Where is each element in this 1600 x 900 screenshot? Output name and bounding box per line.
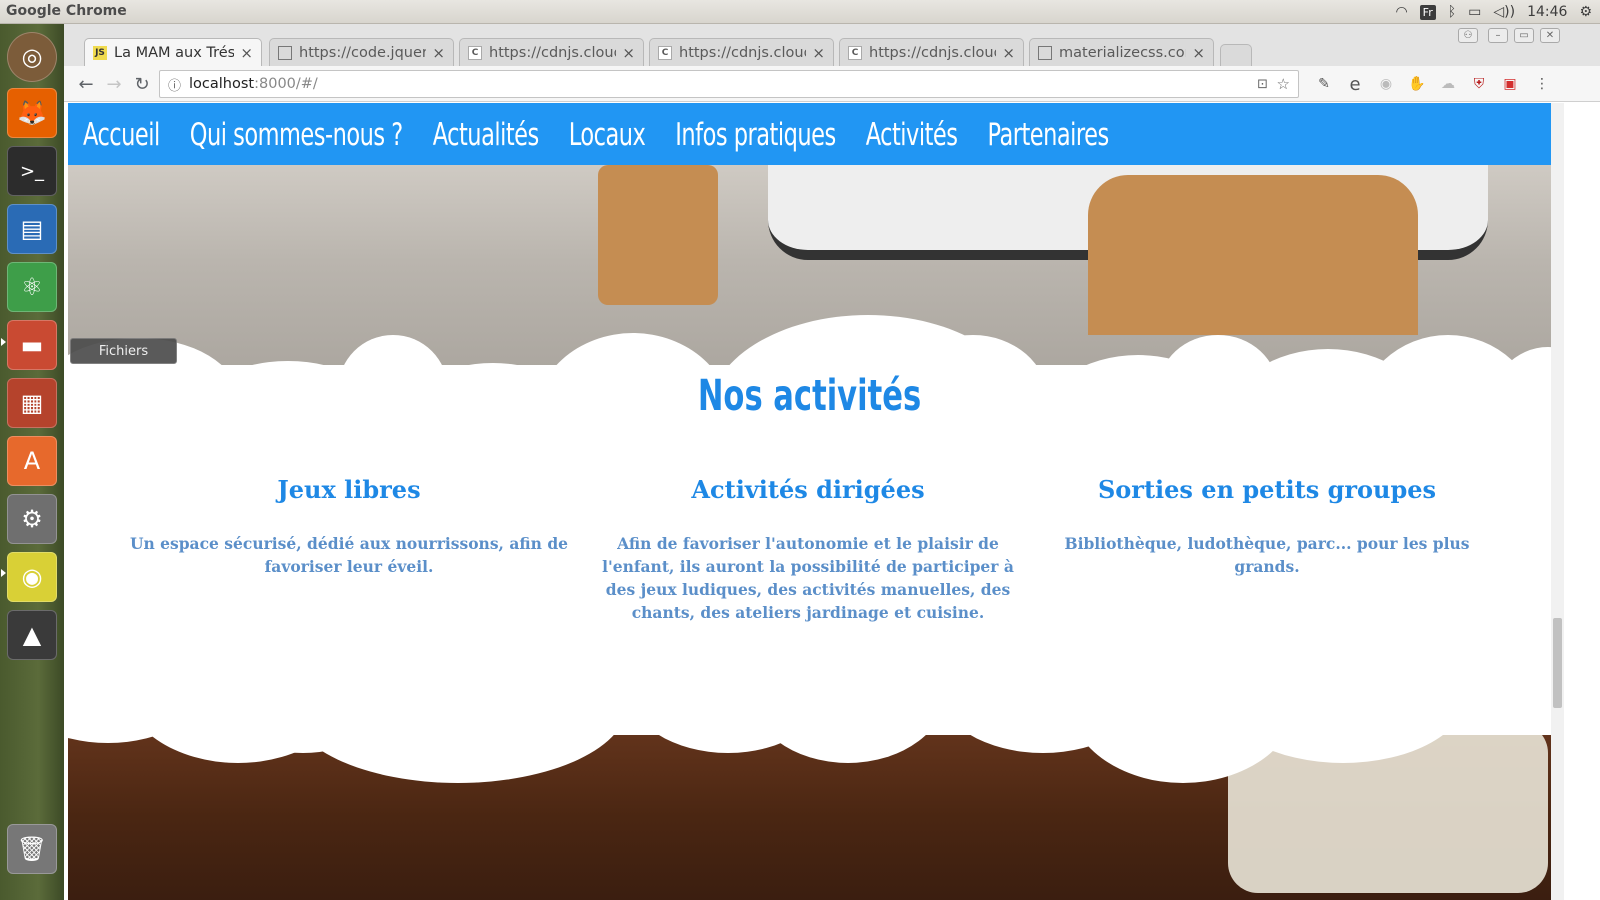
new-tab-button[interactable]	[1220, 44, 1252, 66]
nav-partenaires[interactable]: Partenaires	[988, 116, 1110, 152]
activity-card-sorties: Sorties en petits groupes Bibliothèque, …	[1047, 475, 1487, 578]
bookmark-star-icon[interactable]: ☆	[1277, 75, 1290, 93]
minimize-button[interactable]: –	[1488, 28, 1508, 43]
extension-icon[interactable]: ◉	[1376, 74, 1396, 94]
cdnjs-favicon-icon: C	[468, 45, 482, 60]
maximize-button[interactable]: ▭	[1514, 28, 1534, 43]
battery-icon[interactable]: ▭	[1468, 4, 1481, 20]
nav-activites[interactable]: Activités	[866, 116, 958, 152]
tab-title: https://cdnjs.cloud	[489, 44, 617, 61]
unity-launcher: ◎ 🦊 >_ ▤ ⚛ ▬ ▦ A ⚙ ◉ ▲ 🗑	[0, 24, 64, 900]
activity-title: Activités dirigées	[691, 475, 925, 504]
chair-photo-shape	[1088, 175, 1418, 335]
nav-locaux[interactable]: Locaux	[569, 116, 646, 152]
tab-strip: JS La MAM aux Trésor × https://code.jque…	[64, 24, 1600, 66]
tab-title: https://cdnjs.cloud	[869, 44, 997, 61]
translate-icon[interactable]: ⊡	[1257, 77, 1268, 92]
activity-title: Sorties en petits groupes	[1097, 475, 1437, 504]
active-app-name: Google Chrome	[6, 3, 127, 19]
ubuntu-icon[interactable]: ◎	[7, 32, 57, 82]
page-favicon-icon	[278, 45, 292, 60]
nav-infos-pratiques[interactable]: Infos pratiques	[675, 116, 836, 152]
system-settings-icon[interactable]: ⚙	[7, 494, 57, 544]
bluetooth-icon[interactable]: ᛒ	[1448, 4, 1456, 20]
tab-title: materializecss.com	[1059, 44, 1187, 61]
tab-materializecss[interactable]: materializecss.com ×	[1029, 38, 1214, 66]
tab-title: https://cdnjs.cloud	[679, 44, 807, 61]
chrome-icon[interactable]: ◉	[7, 552, 57, 602]
menu-icon[interactable]: ⋮	[1532, 74, 1552, 94]
cors-extension-icon[interactable]: ▣	[1500, 74, 1520, 94]
tab-cdnjs-2[interactable]: C https://cdnjs.cloud ×	[649, 38, 834, 66]
files-running-indicator	[1, 338, 6, 346]
system-top-bar: Google Chrome ◠ Fr ᛒ ▭ ◁)) 14:46 ⚙	[0, 0, 1600, 24]
tab-cdnjs-3[interactable]: C https://cdnjs.cloud ×	[839, 38, 1024, 66]
firefox-icon[interactable]: 🦊	[7, 88, 57, 138]
impress-icon[interactable]: ▦	[7, 378, 57, 428]
activity-description: Afin de favoriser l'autonomie et le plai…	[602, 534, 1014, 622]
files-icon[interactable]: ▬	[7, 320, 57, 370]
close-tab-icon[interactable]: ×	[1002, 44, 1015, 62]
url-host: localhost	[189, 76, 255, 92]
wifi-icon[interactable]: ◠	[1395, 4, 1407, 20]
nav-actualites[interactable]: Actualités	[433, 116, 540, 152]
close-tab-icon[interactable]: ×	[1192, 44, 1205, 62]
activity-description: Un espace sécurisé, dédié aux nourrisson…	[129, 534, 569, 576]
tab-la-mam[interactable]: JS La MAM aux Trésor ×	[84, 38, 262, 66]
chair-photo-shape	[598, 165, 718, 305]
browser-toolbar: ← → ↻ ⓘ localhost:8000/#/ ⊡ ☆ ✎ e ◉ ✋ ☁ …	[64, 66, 1600, 102]
tab-title: La MAM aux Trésor	[114, 44, 234, 61]
forward-icon[interactable]: →	[102, 72, 126, 96]
clock[interactable]: 14:46	[1527, 4, 1567, 20]
close-window-button[interactable]: ✕	[1540, 28, 1560, 43]
atom-icon[interactable]: ⚛	[7, 262, 57, 312]
settings-icon[interactable]: ⚙	[1579, 4, 1592, 20]
scrollbar-thumb[interactable]	[1553, 618, 1562, 708]
info-icon[interactable]: ⓘ	[168, 75, 181, 94]
tab-title: https://code.jquery	[299, 44, 427, 61]
back-icon[interactable]: ←	[74, 72, 98, 96]
close-tab-icon[interactable]: ×	[432, 44, 445, 62]
extension-icon[interactable]: ☁	[1438, 74, 1458, 94]
page-viewport: Accueil Qui sommes-nous ? Actualités Loc…	[68, 103, 1551, 900]
reload-icon[interactable]: ↻	[130, 72, 154, 96]
terminal-icon[interactable]: >_	[7, 146, 57, 196]
keyboard-layout-indicator[interactable]: Fr	[1419, 4, 1436, 20]
writer-icon[interactable]: ▤	[7, 204, 57, 254]
tab-code-jquery[interactable]: https://code.jquery ×	[269, 38, 454, 66]
activity-card-jeux-libres: Jeux libres Un espace sécurisé, dédié au…	[129, 475, 569, 578]
close-tab-icon[interactable]: ×	[812, 44, 825, 62]
nav-qui-sommes-nous[interactable]: Qui sommes-nous ?	[190, 116, 403, 152]
trash-icon[interactable]: 🗑	[7, 824, 57, 874]
site-navbar: Accueil Qui sommes-nous ? Actualités Loc…	[68, 103, 1551, 165]
nav-accueil[interactable]: Accueil	[83, 116, 160, 152]
ublock-icon[interactable]: ⛨	[1469, 74, 1489, 94]
edge-extension-icon[interactable]: e	[1345, 74, 1365, 95]
tab-cdnjs-1[interactable]: C https://cdnjs.cloud ×	[459, 38, 644, 66]
eyedropper-extension-icon[interactable]: ✎	[1314, 74, 1334, 94]
activity-description: Bibliothèque, ludothèque, parc... pour l…	[1064, 534, 1470, 576]
software-center-icon[interactable]: A	[7, 436, 57, 486]
activity-card-activites-dirigees: Activités dirigées Afin de favoriser l'a…	[588, 475, 1028, 624]
section-title: Nos activités	[697, 371, 922, 421]
js-favicon-icon: JS	[93, 45, 107, 60]
launcher-tooltip: Fichiers	[70, 338, 177, 364]
cdnjs-favicon-icon: C	[658, 45, 672, 60]
profile-icon[interactable]: ⚇	[1458, 28, 1478, 43]
close-tab-icon[interactable]: ×	[240, 44, 253, 62]
browser-window: JS La MAM aux Trésor × https://code.jque…	[64, 24, 1600, 900]
address-bar[interactable]: ⓘ localhost:8000/#/ ⊡ ☆	[159, 70, 1299, 98]
inkscape-icon[interactable]: ▲	[7, 610, 57, 660]
system-tray: ◠ Fr ᛒ ▭ ◁)) 14:46 ⚙	[1395, 2, 1592, 22]
cdnjs-favicon-icon: C	[848, 45, 862, 60]
volume-icon[interactable]: ◁))	[1493, 4, 1515, 20]
page-scrollbar[interactable]	[1551, 103, 1564, 900]
close-tab-icon[interactable]: ×	[622, 44, 635, 62]
url-path: :8000/#/	[254, 76, 318, 92]
extension-icon[interactable]: ✋	[1407, 74, 1427, 94]
page-favicon-icon	[1038, 45, 1052, 60]
chrome-running-indicator	[1, 569, 6, 577]
activity-title: Jeux libres	[277, 475, 421, 504]
